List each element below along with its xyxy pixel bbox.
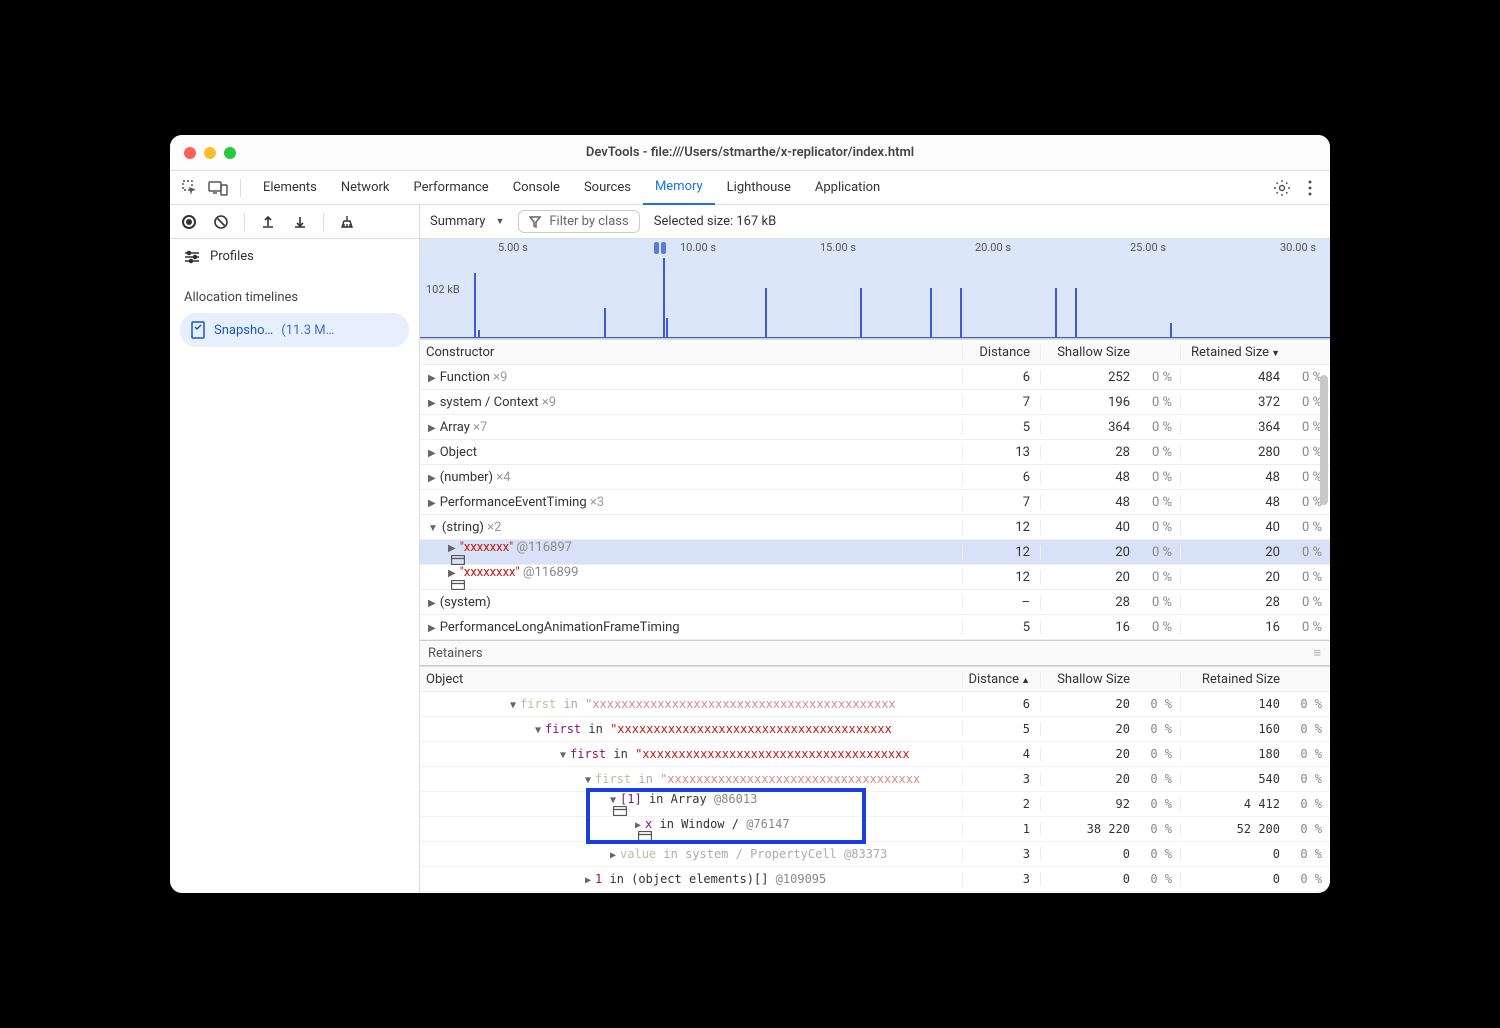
sort-asc-icon: ▲ bbox=[1021, 676, 1030, 686]
retainer-row[interactable]: ▶x in Window / @76147 1 38 2200 % 52 200… bbox=[420, 817, 1330, 842]
table-row[interactable]: ▶Array ×7 5 3640 % 3640 % bbox=[420, 415, 1330, 440]
sweep-icon[interactable] bbox=[338, 213, 356, 231]
sidebar-toolbar bbox=[170, 205, 419, 239]
retainer-row[interactable]: ▼[1] in Array @86013 2 920 % 4 4120 % bbox=[420, 792, 1330, 817]
retainer-row[interactable]: ▼first in "xxxxxxxxxxxxxxxxxxxxxxxxxxxxx… bbox=[420, 717, 1330, 742]
table-row[interactable]: ▶Function ×9 6 2520 % 4840 % bbox=[420, 365, 1330, 390]
main-panel: Summary ▼ Filter by class Selected size:… bbox=[420, 205, 1330, 893]
devtools-window: DevTools - file:///Users/stmarthe/x-repl… bbox=[170, 135, 1330, 893]
device-toggle-icon[interactable] bbox=[206, 176, 230, 200]
allocation-timelines-heading: Allocation timelines bbox=[170, 274, 419, 313]
selected-size-label: Selected size: 167 kB bbox=[654, 214, 777, 229]
table-row[interactable]: ▶Object 13 280 % 2800 % bbox=[420, 440, 1330, 465]
filter-bar: Summary ▼ Filter by class Selected size:… bbox=[420, 205, 1330, 239]
retainer-row[interactable]: ▼first in "xxxxxxxxxxxxxxxxxxxxxxxxxxxxx… bbox=[420, 767, 1330, 792]
table-row[interactable]: ▶PerformanceEventTiming ×3 7 480 % 480 % bbox=[420, 490, 1330, 515]
grid-header: Constructor Distance Shallow Size Retain… bbox=[420, 339, 1330, 365]
titlebar: DevTools - file:///Users/stmarthe/x-repl… bbox=[170, 135, 1330, 171]
clear-icon[interactable] bbox=[212, 213, 230, 231]
snapshot-name: Snapsho… bbox=[214, 323, 273, 338]
tab-sources[interactable]: Sources bbox=[572, 171, 643, 205]
gear-icon[interactable] bbox=[1270, 176, 1294, 200]
download-icon[interactable] bbox=[291, 213, 309, 231]
filter-input[interactable]: Filter by class bbox=[518, 210, 639, 233]
tab-network[interactable]: Network bbox=[329, 171, 402, 205]
snapshot-icon bbox=[190, 321, 206, 339]
profiles-section[interactable]: Profiles bbox=[170, 239, 419, 274]
tab-elements[interactable]: Elements bbox=[251, 171, 329, 205]
retainers-columns: Object Distance▲ Shallow Size Retained S… bbox=[420, 666, 1330, 692]
snapshot-size: (11.3 M… bbox=[281, 323, 334, 338]
sliders-icon bbox=[184, 250, 200, 264]
table-row[interactable]: ▶"xxxxxxxx" @116899 12 200 % 200 % bbox=[420, 565, 1330, 590]
timeline[interactable]: 5.00 s 10.00 s 15.00 s 20.00 s 25.00 s 3… bbox=[420, 239, 1330, 339]
sort-desc-icon: ▼ bbox=[1271, 349, 1280, 359]
window-title: DevTools - file:///Users/stmarthe/x-repl… bbox=[170, 145, 1330, 160]
summary-dropdown[interactable]: Summary ▼ bbox=[430, 214, 504, 229]
table-row[interactable]: ▼(string) ×2 12 400 % 400 % bbox=[420, 515, 1330, 540]
retainer-row[interactable]: ▼first in "xxxxxxxxxxxxxxxxxxxxxxxxxxxxx… bbox=[420, 742, 1330, 767]
table-row[interactable]: ▶PerformanceLongAnimationFrameTiming 5 1… bbox=[420, 615, 1330, 640]
retainer-row[interactable]: ▶1 in (object elements)[] @109095 3 00 %… bbox=[420, 867, 1330, 892]
inspect-icon[interactable] bbox=[178, 176, 202, 200]
retainer-row[interactable]: ▶value in system / PropertyCell @83373 3… bbox=[420, 842, 1330, 867]
sidebar: Profiles Allocation timelines Snapsho… (… bbox=[170, 205, 420, 893]
snapshot-item[interactable]: Snapsho… (11.3 M… bbox=[180, 313, 409, 347]
menu-icon[interactable]: ≡ bbox=[1313, 645, 1322, 661]
tab-console[interactable]: Console bbox=[501, 171, 572, 205]
table-row[interactable]: ▶(system) – 280 % 280 % bbox=[420, 590, 1330, 615]
upload-icon[interactable] bbox=[259, 213, 277, 231]
record-icon[interactable] bbox=[180, 213, 198, 231]
constructors-grid: Constructor Distance Shallow Size Retain… bbox=[420, 339, 1330, 893]
table-row[interactable]: ▶(number) ×4 6 480 % 480 % bbox=[420, 465, 1330, 490]
table-row[interactable]: ▶"xxxxxxx" @116897 12 200 % 200 % bbox=[420, 540, 1330, 565]
more-icon[interactable] bbox=[1298, 176, 1322, 200]
divider bbox=[240, 179, 241, 197]
retainers-header: Retainers ≡ bbox=[420, 640, 1330, 666]
scrollbar[interactable] bbox=[1320, 375, 1328, 505]
tab-lighthouse[interactable]: Lighthouse bbox=[715, 171, 803, 205]
tab-performance[interactable]: Performance bbox=[402, 171, 501, 205]
tab-memory[interactable]: Memory bbox=[643, 171, 715, 205]
tab-application[interactable]: Application bbox=[803, 171, 892, 205]
filter-icon bbox=[529, 216, 541, 228]
retainer-row[interactable]: ▼first in "xxxxxxxxxxxxxxxxxxxxxxxxxxxxx… bbox=[420, 692, 1330, 717]
chevron-down-icon: ▼ bbox=[495, 216, 504, 227]
profiles-label: Profiles bbox=[210, 249, 254, 264]
tabs-bar: ElementsNetworkPerformanceConsoleSources… bbox=[170, 171, 1330, 205]
table-row[interactable]: ▶system / Context ×9 7 1960 % 3720 % bbox=[420, 390, 1330, 415]
